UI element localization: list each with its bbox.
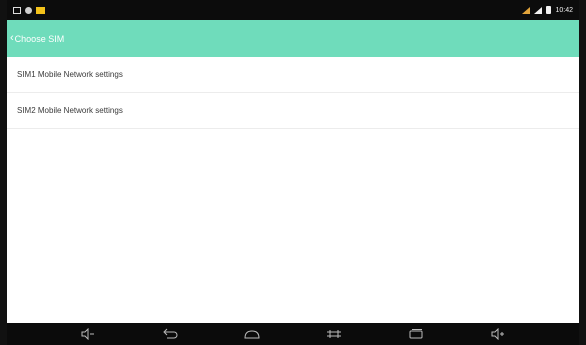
gear-icon (25, 6, 32, 14)
bezel-right (579, 0, 586, 345)
screenshot-icon (13, 6, 21, 14)
list-item-label: SIM2 Mobile Network settings (17, 106, 123, 115)
home-icon[interactable] (241, 326, 263, 342)
volume-up-icon[interactable] (487, 326, 509, 342)
status-bar: 10:42 (7, 0, 579, 20)
screen: 10:42 ‹ Choose SIM SIM1 Mobile Network s… (0, 0, 586, 345)
status-right-icons: 10:42 (522, 6, 573, 14)
battery-icon (546, 6, 552, 14)
signal-icon (522, 6, 531, 14)
navigation-bar (7, 323, 579, 345)
back-icon[interactable] (159, 326, 181, 342)
status-time: 10:42 (555, 6, 573, 14)
recent-apps-icon[interactable] (405, 326, 427, 342)
screenshot-capture-icon[interactable] (323, 326, 345, 342)
list-item-label: SIM1 Mobile Network settings (17, 70, 123, 79)
volume-down-icon[interactable] (77, 326, 99, 342)
list-item-sim1[interactable]: SIM1 Mobile Network settings (7, 57, 579, 93)
page-title[interactable]: Choose SIM (15, 34, 65, 44)
list-item-sim2[interactable]: SIM2 Mobile Network settings (7, 93, 579, 129)
warning-icon (36, 6, 45, 14)
sim-settings-list: SIM1 Mobile Network settings SIM2 Mobile… (7, 57, 579, 129)
signal-icon (534, 6, 543, 14)
status-left-icons (13, 6, 45, 14)
action-bar: ‹ Choose SIM (7, 20, 579, 57)
chevron-left-icon[interactable]: ‹ (10, 33, 14, 44)
bezel-left (0, 0, 7, 345)
